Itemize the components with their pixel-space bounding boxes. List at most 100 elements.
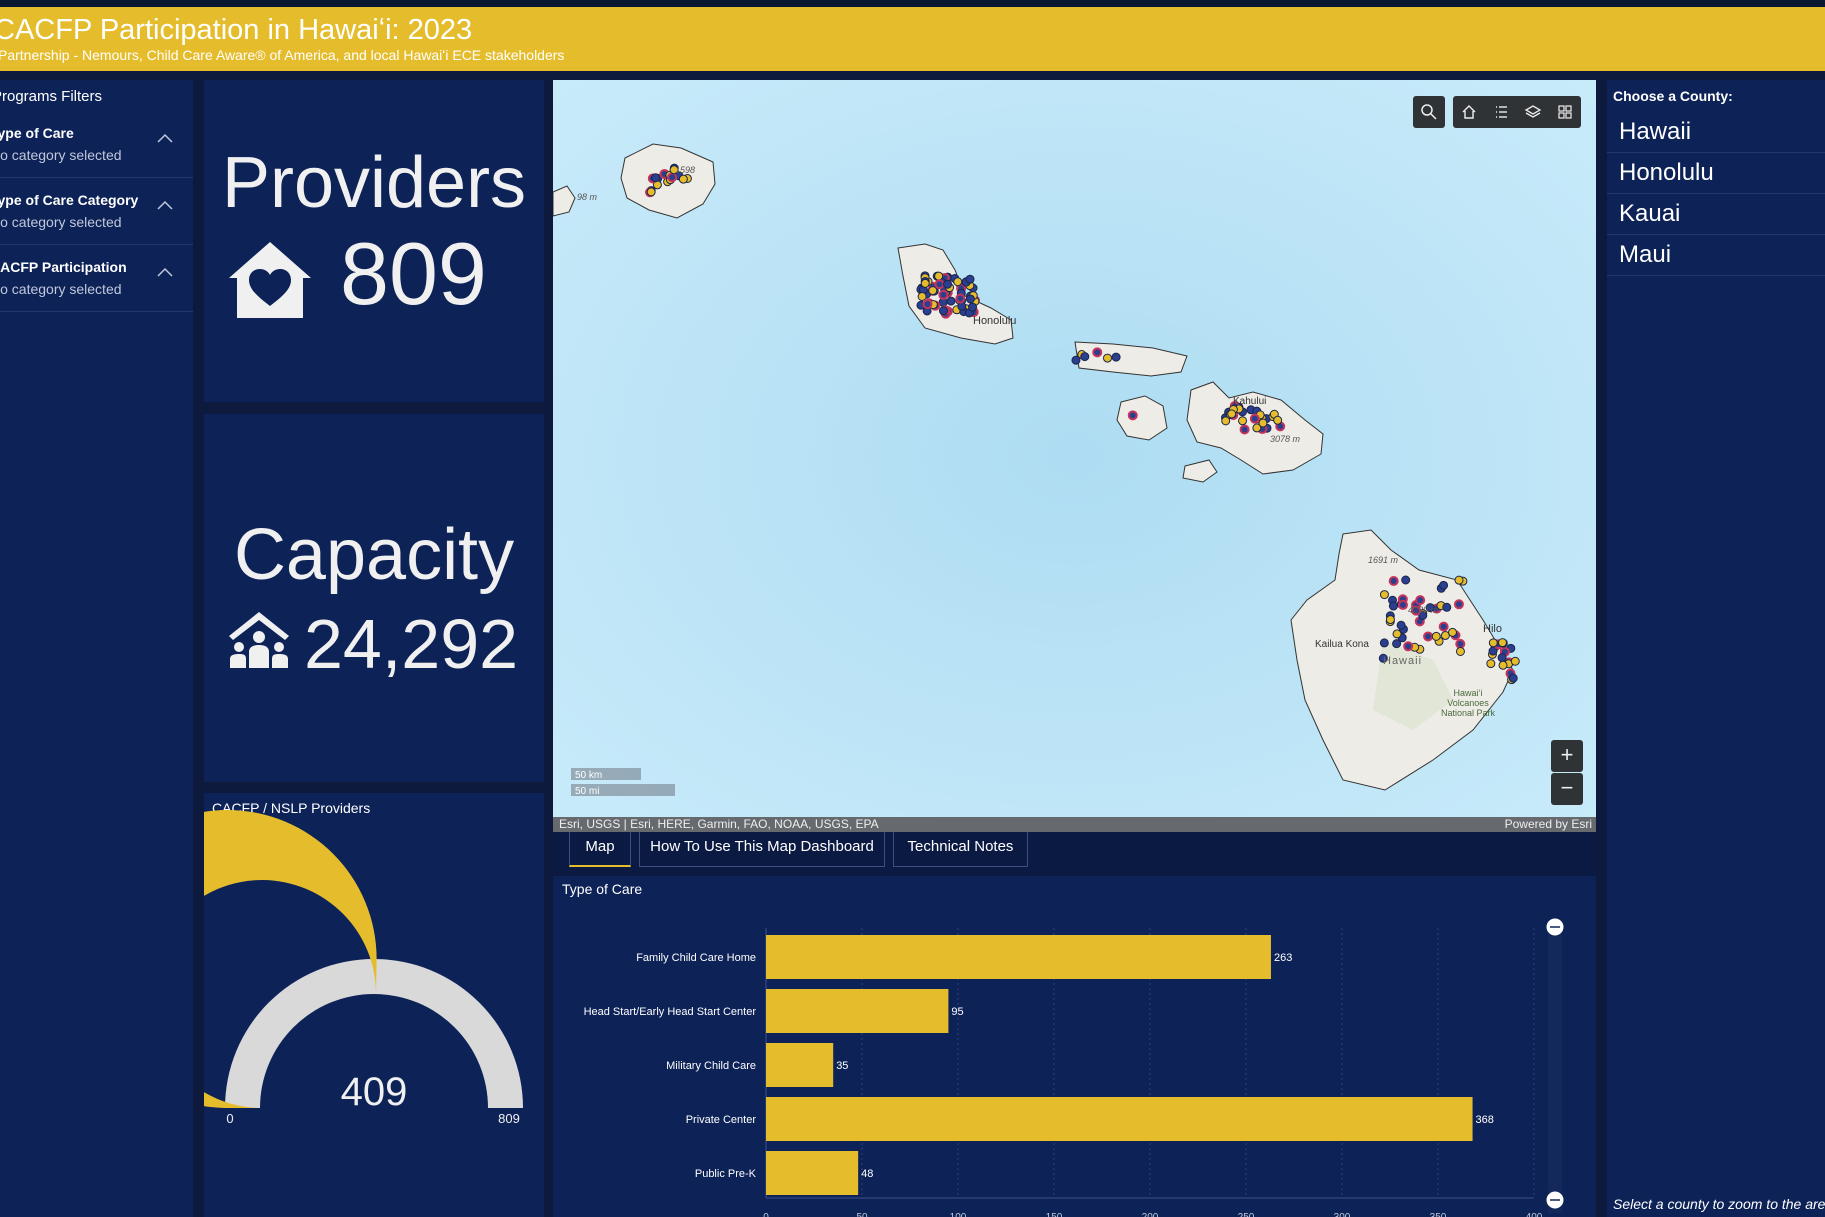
filter-label: Type of Care Category [0,192,139,208]
chart-bar[interactable] [766,1043,834,1087]
provider-marker[interactable] [1238,416,1248,426]
gauge-panel: CACFP / NSLP Providers 409 0 809 [204,793,544,1217]
provider-marker[interactable] [1431,631,1441,641]
provider-marker[interactable] [934,271,944,281]
provider-marker[interactable] [1092,347,1103,358]
provider-marker[interactable] [938,306,948,316]
provider-marker[interactable] [1080,352,1090,362]
chart-bar[interactable] [766,1097,1473,1141]
provider-marker[interactable] [1388,601,1398,611]
zoom-out-button[interactable]: − [1551,773,1583,805]
provider-marker[interactable] [1510,656,1520,666]
provider-marker[interactable] [1396,620,1406,630]
map-attribution[interactable]: Esri, USGS | Esri, HERE, Garmin, FAO, NO… [559,817,879,831]
provider-marker[interactable] [1249,413,1260,424]
provider-marker[interactable] [1415,595,1426,606]
provider-marker[interactable] [1388,576,1399,587]
filter-cacfp-participation[interactable]: CACFP Participation No category selected [0,245,193,312]
map-search-button[interactable] [1413,96,1445,128]
provider-marker[interactable] [1508,673,1518,683]
basemap-icon[interactable] [1549,96,1581,128]
provider-marker[interactable] [1455,646,1465,656]
powered-by-esri[interactable]: Powered by Esri [1505,817,1592,831]
provider-marker[interactable] [646,187,656,197]
county-item-maui[interactable]: Maui [1607,235,1825,276]
provider-marker[interactable] [1455,638,1466,649]
provider-marker[interactable] [1392,629,1402,639]
tab-technical-notes[interactable]: Technical Notes [893,832,1028,867]
provider-marker[interactable] [1111,352,1121,362]
home-icon[interactable] [1453,96,1485,128]
provider-marker[interactable] [1423,631,1434,642]
provider-marker[interactable] [1403,641,1414,652]
chart-bar[interactable] [766,989,949,1033]
provider-marker[interactable] [1379,638,1389,648]
chart-category-label: Family Child Care Home [636,952,756,964]
provider-marker[interactable] [934,279,945,290]
provider-marker[interactable] [1379,590,1389,600]
provider-marker[interactable] [922,299,933,310]
county-item-kauai[interactable]: Kauai [1607,194,1825,235]
provider-marker[interactable] [1442,602,1452,612]
layers-icon[interactable] [1517,96,1549,128]
filter-type-of-care[interactable]: Type of Care No category selected [0,111,193,178]
map-label-elev-3078: 3078 m [1270,434,1301,444]
provider-marker[interactable] [938,289,949,300]
chevron-up-icon[interactable] [157,267,173,277]
provider-marker[interactable] [1071,355,1081,365]
providers-label: Providers [221,143,527,223]
provider-marker[interactable] [1273,415,1283,425]
tab-how-to-use[interactable]: How To Use This Map Dashboard [639,832,885,867]
provider-marker[interactable] [651,173,661,183]
chart-scroll-track[interactable] [1548,928,1562,1213]
provider-marker[interactable] [1385,615,1395,625]
provider-marker[interactable] [1497,653,1507,663]
provider-marker[interactable] [1448,627,1458,637]
filter-status: No category selected [0,214,122,230]
provider-marker[interactable] [1486,659,1496,669]
provider-marker[interactable] [1103,353,1113,363]
chart-bar[interactable] [766,1151,859,1195]
chevron-up-icon[interactable] [157,133,173,143]
provider-marker[interactable] [953,277,963,287]
provider-marker[interactable] [1401,575,1411,585]
provider-marker[interactable] [1439,580,1449,590]
provider-marker[interactable] [955,293,966,304]
provider-marker[interactable] [1258,418,1268,428]
chart-data-label: 368 [1476,1114,1494,1126]
provider-marker[interactable] [1498,660,1508,670]
provider-marker[interactable] [1227,409,1237,419]
map-canvas[interactable]: 98 m 1598 Honolulu Kahului 3078 m 1691 m… [553,80,1596,832]
chart-bar[interactable] [766,935,1271,979]
provider-marker[interactable] [968,302,978,312]
county-item-honolulu[interactable]: Honolulu [1607,153,1825,194]
list-icon[interactable] [1485,96,1517,128]
provider-marker[interactable] [957,301,967,311]
provider-marker[interactable] [1453,599,1464,610]
provider-marker[interactable] [965,294,975,304]
chevron-up-icon[interactable] [157,200,173,210]
provider-marker[interactable] [1497,638,1507,648]
provider-marker[interactable] [920,278,930,288]
provider-marker[interactable] [678,174,688,184]
provider-marker[interactable] [946,296,956,306]
tab-map[interactable]: Map [569,832,631,867]
zoom-in-button[interactable]: + [1551,740,1583,772]
provider-marker[interactable] [1127,410,1138,421]
filter-type-of-care-category[interactable]: Type of Care Category No category select… [0,178,193,245]
county-item-hawaii[interactable]: Hawaii [1607,112,1825,153]
provider-marker[interactable] [1438,621,1449,632]
provider-marker[interactable] [928,286,938,296]
provider-marker[interactable] [943,279,953,289]
provider-marker[interactable] [917,291,927,301]
chart-x-tick-label: 50 [856,1212,868,1217]
provider-marker[interactable] [1397,599,1408,610]
map-label-elev-98: 98 m [577,192,598,202]
provider-marker[interactable] [1239,424,1250,435]
capacity-value: 24,292 [304,605,519,683]
provider-marker[interactable] [965,274,975,284]
chart-category-label: Military Child Care [666,1060,756,1072]
map-view[interactable]: 98 m 1598 Honolulu Kahului 3078 m 1691 m… [553,80,1596,832]
provider-marker[interactable] [1488,638,1498,648]
provider-marker[interactable] [1454,575,1464,585]
